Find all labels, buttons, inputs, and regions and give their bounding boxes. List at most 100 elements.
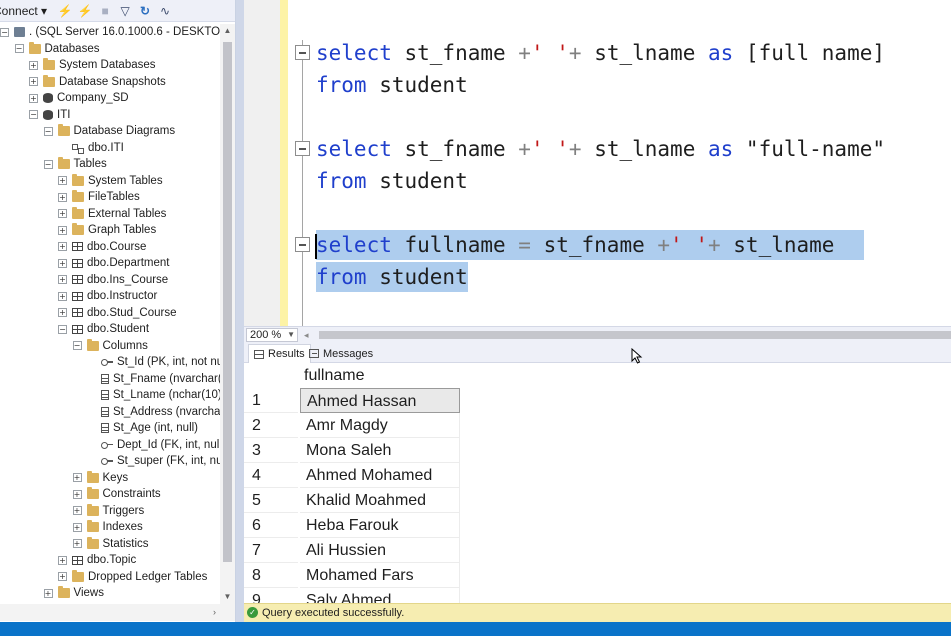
fullname-cell[interactable]: Mohamed Fars (300, 563, 460, 588)
expand-icon[interactable]: + (72, 473, 82, 483)
fullname-cell[interactable]: Heba Farouk (300, 513, 460, 538)
table-row[interactable]: 8 Mohamed Fars (244, 563, 460, 588)
tree-node[interactable]: St_super (FK, int, null) (87, 453, 220, 470)
table-row[interactable]: 1 Ahmed Hassan (244, 388, 460, 413)
tree-node[interactable]: + Constraints (72, 486, 161, 503)
expand-icon[interactable]: + (58, 291, 67, 301)
connect-button[interactable]: Connect ▾ (0, 4, 47, 18)
collapse-icon[interactable]: − (29, 110, 38, 120)
tree-node[interactable]: + Triggers (72, 503, 144, 520)
expand-icon[interactable]: + (43, 588, 53, 598)
tree-node[interactable]: − Database Diagrams (43, 123, 175, 140)
expand-icon[interactable]: + (72, 522, 82, 532)
fullname-cell[interactable]: Khalid Moahmed (300, 488, 460, 513)
tree-node[interactable]: St_Fname (nvarchar(50), (87, 371, 220, 388)
expand-icon[interactable]: + (58, 275, 67, 285)
collapse-icon[interactable] (295, 237, 310, 252)
expand-icon[interactable]: + (72, 489, 82, 499)
scrollbar-thumb[interactable] (319, 331, 951, 339)
collapse-icon[interactable]: − (43, 126, 53, 136)
tree-node[interactable]: St_Id (PK, int, not null) (87, 354, 220, 371)
tree-node[interactable]: + dbo.Instructor (58, 288, 157, 305)
fullname-cell[interactable]: Ahmed Hassan (300, 388, 460, 413)
tree-node[interactable]: St_Age (int, null) (87, 420, 198, 437)
collapse-icon[interactable] (295, 45, 310, 60)
tree-node[interactable]: + dbo.Stud_Course (58, 305, 177, 322)
expand-icon[interactable]: + (58, 572, 67, 582)
tab-messages[interactable]: Messages (304, 344, 378, 363)
tree-node[interactable]: + dbo.Course (58, 239, 146, 256)
editor-horizontal-scrollbar[interactable]: 200 % ▼ ◂ (244, 326, 951, 343)
collapse-icon[interactable] (295, 141, 310, 156)
pane-splitter[interactable] (236, 0, 244, 622)
expand-icon[interactable]: + (72, 539, 82, 549)
tree-node[interactable]: + dbo.Ins_Course (58, 272, 168, 289)
tree-node[interactable]: + Company_SD (29, 90, 129, 107)
row-number[interactable]: 1 (244, 388, 298, 413)
fullname-cell[interactable]: Amr Magdy (300, 413, 460, 438)
row-number[interactable]: 2 (244, 413, 298, 438)
zoom-select[interactable]: 200 % ▼ (246, 328, 298, 342)
tree-node[interactable]: − Databases (14, 41, 99, 58)
table-row[interactable]: 3 Mona Saleh (244, 438, 460, 463)
expand-icon[interactable]: + (29, 60, 38, 70)
expand-icon[interactable]: + (58, 258, 67, 268)
row-number[interactable]: 7 (244, 538, 298, 563)
collapse-icon[interactable]: − (43, 159, 53, 169)
activity-monitor-icon[interactable]: ∿ (155, 4, 175, 18)
tree-node[interactable]: + Indexes (72, 519, 143, 536)
expand-icon[interactable]: + (58, 555, 67, 565)
tree-node[interactable]: + Graph Tables (58, 222, 156, 239)
tree-node[interactable]: Dept_Id (FK, int, null) (87, 437, 220, 454)
expand-icon[interactable]: + (29, 93, 38, 103)
tree-node[interactable]: St_Lname (nchar(10), nu (87, 387, 220, 404)
expand-icon[interactable]: + (58, 209, 67, 219)
expand-icon[interactable]: + (58, 308, 67, 318)
scroll-right-icon[interactable]: › (213, 604, 216, 621)
fullname-cell[interactable]: Mona Saleh (300, 438, 460, 463)
tree-node[interactable]: + dbo.Department (58, 255, 169, 272)
expand-icon[interactable]: + (58, 176, 67, 186)
row-number[interactable]: 6 (244, 513, 298, 538)
tree-node[interactable]: + Keys (72, 470, 128, 487)
tree-node[interactable]: + dbo.Topic (58, 552, 136, 569)
collapse-icon[interactable]: − (72, 341, 82, 351)
expand-icon[interactable]: + (58, 192, 67, 202)
row-number[interactable]: 3 (244, 438, 298, 463)
collapse-icon[interactable]: − (0, 27, 9, 37)
tree-node[interactable]: + System Databases (29, 57, 156, 74)
scroll-left-icon[interactable]: ◂ (304, 327, 309, 343)
table-row[interactable]: 6 Heba Farouk (244, 513, 460, 538)
tree-node[interactable]: St_Address (nvarchar(10 (87, 404, 220, 421)
table-row[interactable]: 5 Khalid Moahmed (244, 488, 460, 513)
object-explorer-horizontal-scrollbar[interactable]: › (0, 604, 235, 621)
tree-node[interactable]: + Dropped Ledger Tables (58, 569, 207, 586)
stop-icon[interactable]: ■ (95, 4, 115, 18)
tree-node[interactable]: dbo.ITI (58, 140, 124, 157)
column-header[interactable]: fullname (300, 364, 364, 388)
tree-node[interactable]: − ITI (29, 107, 70, 124)
collapse-icon[interactable]: − (14, 44, 24, 54)
tab-results[interactable]: Results (248, 344, 311, 363)
fullname-cell[interactable]: Ali Hussien (300, 538, 460, 563)
refresh-icon[interactable]: ↻ (135, 4, 155, 18)
query-editor[interactable]: select st_fname +' '+ st_lname as [full … (244, 0, 951, 326)
scroll-down-icon[interactable]: ▼ (220, 590, 235, 604)
table-row[interactable]: 7 Ali Hussien (244, 538, 460, 563)
row-number[interactable]: 5 (244, 488, 298, 513)
expand-icon[interactable]: + (29, 77, 38, 87)
disconnect-plug-icon[interactable]: ⚡ (75, 4, 95, 18)
tree-node[interactable]: − . (SQL Server 16.0.1000.6 - DESKTOP-NPS (0, 24, 220, 41)
collapse-icon[interactable]: − (58, 324, 67, 334)
expand-icon[interactable]: + (72, 506, 82, 516)
filter-icon[interactable]: ▽ (115, 4, 135, 18)
tree-node[interactable]: + Views (43, 585, 104, 602)
table-row[interactable]: 2 Amr Magdy (244, 413, 460, 438)
tree-node[interactable]: − Tables (43, 156, 107, 173)
expand-icon[interactable]: + (58, 225, 67, 235)
expand-icon[interactable]: + (58, 242, 67, 252)
tree-node[interactable]: − Columns (72, 338, 148, 355)
fullname-cell[interactable]: Ahmed Mohamed (300, 463, 460, 488)
scroll-up-icon[interactable]: ▲ (220, 24, 235, 38)
tree-node[interactable]: + Database Snapshots (29, 74, 166, 91)
